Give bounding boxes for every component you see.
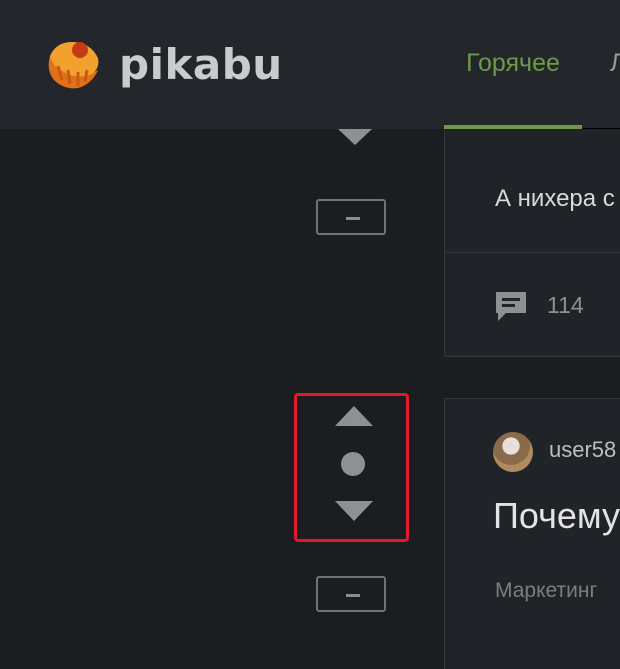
vote-down-icon[interactable] bbox=[338, 129, 372, 145]
tab-hot[interactable]: Горячее bbox=[444, 49, 582, 78]
minus-icon bbox=[346, 217, 360, 220]
collapse-button[interactable] bbox=[316, 199, 386, 235]
tab-next[interactable]: Л bbox=[610, 49, 620, 78]
vote-down-icon[interactable] bbox=[335, 501, 373, 521]
post-card: А нихера с 114 bbox=[444, 129, 620, 357]
pikabu-logo-icon[interactable] bbox=[44, 36, 102, 90]
collapse-button[interactable] bbox=[316, 576, 386, 612]
card-divider bbox=[445, 252, 620, 253]
avatar[interactable] bbox=[493, 432, 533, 472]
site-header: pikabu Горячее Л bbox=[0, 0, 620, 130]
comment-icon[interactable] bbox=[494, 289, 528, 323]
post-card: user58 Почему Маркетинг bbox=[444, 398, 620, 669]
post-title[interactable]: Почему bbox=[493, 495, 620, 537]
post-author[interactable]: user58 bbox=[549, 437, 616, 463]
vote-reset-icon[interactable] bbox=[341, 452, 365, 476]
minus-icon bbox=[346, 594, 360, 597]
comments-count[interactable]: 114 bbox=[547, 292, 584, 319]
post-tag[interactable]: Маркетинг bbox=[495, 579, 597, 603]
brand-name[interactable]: pikabu bbox=[119, 40, 283, 89]
post-title[interactable]: А нихера с bbox=[495, 185, 615, 213]
vote-up-icon[interactable] bbox=[335, 406, 373, 426]
